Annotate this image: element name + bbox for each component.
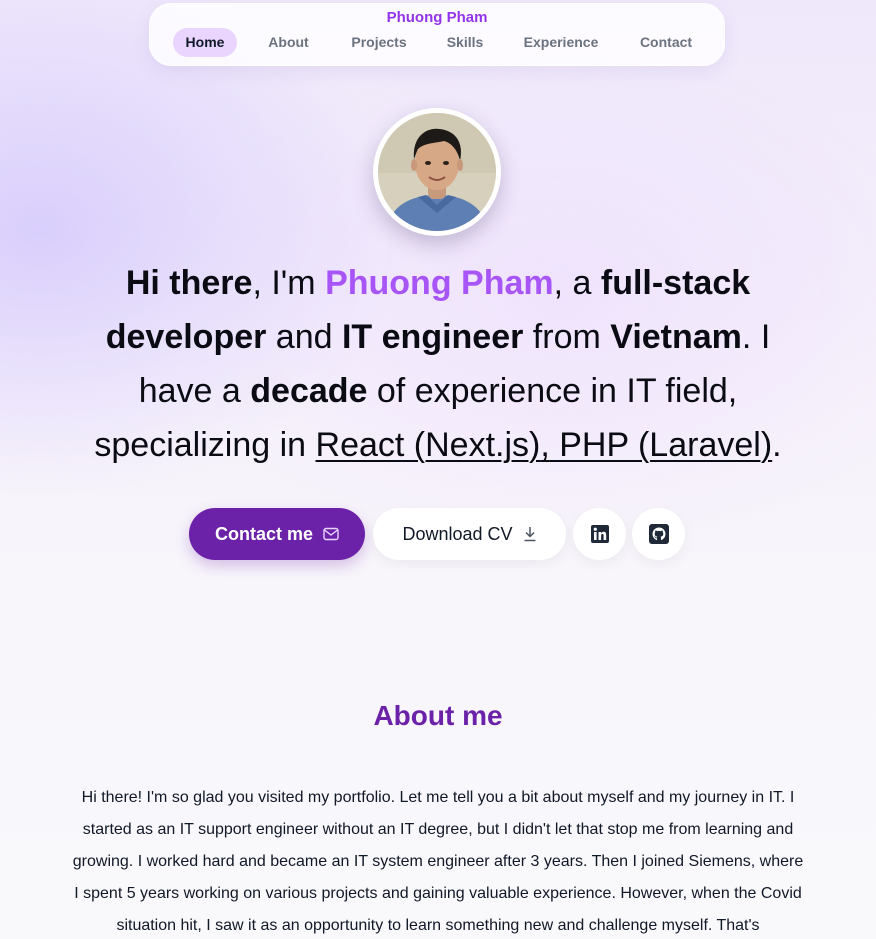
- nav-item-skills[interactable]: Skills: [438, 28, 492, 57]
- nav-item-home[interactable]: Home: [173, 28, 237, 57]
- profile-avatar: [373, 108, 501, 236]
- intro-period: .: [772, 426, 782, 464]
- github-icon: [648, 524, 669, 544]
- linkedin-icon: [590, 525, 609, 543]
- intro-comma: ,: [540, 426, 550, 464]
- download-cv-label: Download CV: [402, 523, 513, 544]
- download-cv-button[interactable]: Download CV: [373, 508, 566, 560]
- nav-item-about[interactable]: About: [257, 28, 320, 57]
- intro-name: Phuong Pham: [325, 264, 554, 302]
- nav-item-experience[interactable]: Experience: [512, 28, 610, 57]
- top-navigation: Phuong Pham Home About Projects Skills E…: [149, 3, 725, 66]
- hero-introduction: Hi there, I'm Phuong Pham, a full-stack …: [70, 256, 806, 472]
- skill-react-link[interactable]: React (Next.js): [316, 426, 541, 464]
- intro-text-1: , I'm: [252, 264, 326, 302]
- intro-decade: decade: [250, 372, 368, 410]
- skill-php-link[interactable]: PHP (Laravel): [550, 426, 772, 464]
- brand-name[interactable]: Phuong Pham: [150, 9, 724, 26]
- download-icon: [524, 527, 536, 542]
- nav-links: Home About Projects Skills Experience Co…: [150, 28, 724, 59]
- github-button[interactable]: [632, 508, 685, 560]
- intro-country: Vietnam: [610, 318, 742, 356]
- intro-text-3: and: [266, 318, 342, 356]
- mail-icon: [323, 527, 339, 541]
- intro-role-it-engineer: IT engineer: [341, 318, 524, 356]
- intro-text-2: , a: [553, 264, 601, 302]
- nav-item-contact[interactable]: Contact: [630, 28, 702, 57]
- linkedin-button[interactable]: [573, 508, 626, 560]
- person-photo-icon: [378, 113, 496, 231]
- intro-greeting: Hi there: [125, 264, 253, 302]
- contact-me-button[interactable]: Contact me: [189, 508, 365, 560]
- intro-text-4: from: [523, 318, 611, 356]
- nav-item-projects[interactable]: Projects: [340, 28, 418, 57]
- about-section-title: About me: [373, 700, 503, 731]
- contact-me-label: Contact me: [214, 523, 313, 544]
- about-section-body: Hi there! I'm so glad you visited my por…: [72, 789, 804, 934]
- avatar-illustration: [378, 113, 496, 231]
